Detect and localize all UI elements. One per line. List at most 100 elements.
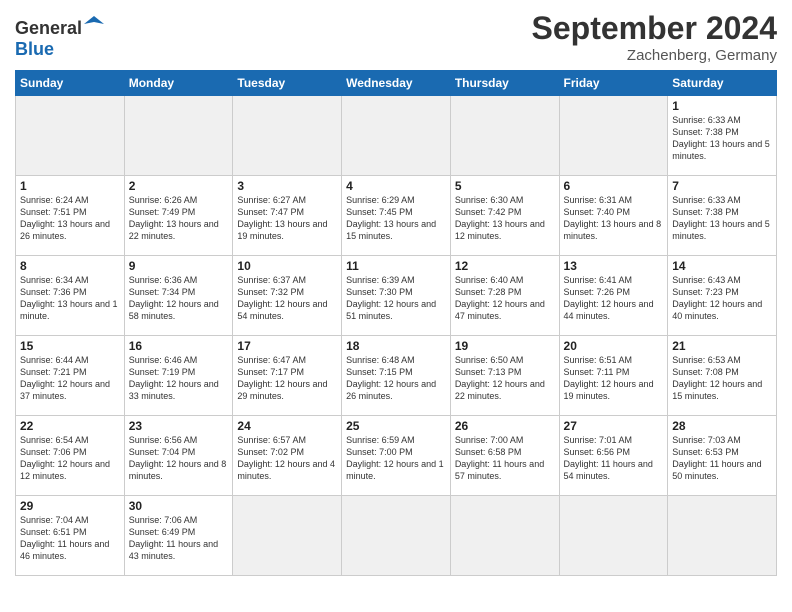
- logo: General Blue: [15, 14, 104, 60]
- calendar-cell: [559, 96, 668, 176]
- cell-info: Sunrise: 6:33 AM Sunset: 7:38 PM Dayligh…: [672, 194, 772, 243]
- calendar-cell: 4Sunrise: 6:29 AM Sunset: 7:45 PM Daylig…: [342, 176, 451, 256]
- calendar-cell: 7Sunrise: 6:33 AM Sunset: 7:38 PM Daylig…: [668, 176, 777, 256]
- col-saturday: Saturday: [668, 71, 777, 96]
- day-number: 17: [237, 339, 337, 353]
- cell-info: Sunrise: 7:04 AM Sunset: 6:51 PM Dayligh…: [20, 514, 120, 563]
- calendar-cell: 28Sunrise: 7:03 AM Sunset: 6:53 PM Dayli…: [668, 416, 777, 496]
- day-number: 19: [455, 339, 555, 353]
- cell-info: Sunrise: 6:36 AM Sunset: 7:34 PM Dayligh…: [129, 274, 229, 323]
- day-number: 8: [20, 259, 120, 273]
- header: General Blue September 2024 Zachenberg, …: [15, 10, 777, 64]
- cell-info: Sunrise: 6:44 AM Sunset: 7:21 PM Dayligh…: [20, 354, 120, 403]
- calendar-cell: [233, 96, 342, 176]
- col-sunday: Sunday: [16, 71, 125, 96]
- logo-blue-text: Blue: [15, 39, 104, 60]
- calendar-cell: 10Sunrise: 6:37 AM Sunset: 7:32 PM Dayli…: [233, 256, 342, 336]
- day-number: 13: [564, 259, 664, 273]
- day-number: 5: [455, 179, 555, 193]
- cell-info: Sunrise: 6:34 AM Sunset: 7:36 PM Dayligh…: [20, 274, 120, 323]
- calendar-table: Sunday Monday Tuesday Wednesday Thursday…: [15, 70, 777, 576]
- day-number: 26: [455, 419, 555, 433]
- calendar-cell: [124, 96, 233, 176]
- calendar-cell: 19Sunrise: 6:50 AM Sunset: 7:13 PM Dayli…: [450, 336, 559, 416]
- calendar-cell: 16Sunrise: 6:46 AM Sunset: 7:19 PM Dayli…: [124, 336, 233, 416]
- cell-info: Sunrise: 6:41 AM Sunset: 7:26 PM Dayligh…: [564, 274, 664, 323]
- cell-info: Sunrise: 6:39 AM Sunset: 7:30 PM Dayligh…: [346, 274, 446, 323]
- page-container: General Blue September 2024 Zachenberg, …: [0, 0, 792, 586]
- calendar-cell: [233, 496, 342, 576]
- cell-info: Sunrise: 6:24 AM Sunset: 7:51 PM Dayligh…: [20, 194, 120, 243]
- cell-info: Sunrise: 6:30 AM Sunset: 7:42 PM Dayligh…: [455, 194, 555, 243]
- calendar-cell: 22Sunrise: 6:54 AM Sunset: 7:06 PM Dayli…: [16, 416, 125, 496]
- cell-info: Sunrise: 6:31 AM Sunset: 7:40 PM Dayligh…: [564, 194, 664, 243]
- calendar-cell: 8Sunrise: 6:34 AM Sunset: 7:36 PM Daylig…: [16, 256, 125, 336]
- location: Zachenberg, Germany: [532, 47, 777, 64]
- col-tuesday: Tuesday: [233, 71, 342, 96]
- logo-bird-icon: [84, 14, 104, 34]
- col-wednesday: Wednesday: [342, 71, 451, 96]
- cell-info: Sunrise: 6:59 AM Sunset: 7:00 PM Dayligh…: [346, 434, 446, 483]
- calendar-cell: 26Sunrise: 7:00 AM Sunset: 6:58 PM Dayli…: [450, 416, 559, 496]
- logo-text: General: [15, 14, 104, 39]
- day-number: 16: [129, 339, 229, 353]
- calendar-cell: 27Sunrise: 7:01 AM Sunset: 6:56 PM Dayli…: [559, 416, 668, 496]
- cell-info: Sunrise: 6:26 AM Sunset: 7:49 PM Dayligh…: [129, 194, 229, 243]
- day-number: 2: [129, 179, 229, 193]
- cell-info: Sunrise: 7:00 AM Sunset: 6:58 PM Dayligh…: [455, 434, 555, 483]
- cell-info: Sunrise: 6:29 AM Sunset: 7:45 PM Dayligh…: [346, 194, 446, 243]
- calendar-cell: [450, 496, 559, 576]
- cell-info: Sunrise: 6:33 AM Sunset: 7:38 PM Dayligh…: [672, 114, 772, 163]
- day-number: 4: [346, 179, 446, 193]
- day-number: 1: [672, 99, 772, 113]
- day-number: 14: [672, 259, 772, 273]
- calendar-cell: 17Sunrise: 6:47 AM Sunset: 7:17 PM Dayli…: [233, 336, 342, 416]
- cell-info: Sunrise: 6:56 AM Sunset: 7:04 PM Dayligh…: [129, 434, 229, 483]
- day-number: 27: [564, 419, 664, 433]
- cell-info: Sunrise: 6:46 AM Sunset: 7:19 PM Dayligh…: [129, 354, 229, 403]
- calendar-cell: 9Sunrise: 6:36 AM Sunset: 7:34 PM Daylig…: [124, 256, 233, 336]
- calendar-cell: 20Sunrise: 6:51 AM Sunset: 7:11 PM Dayli…: [559, 336, 668, 416]
- calendar-cell: 25Sunrise: 6:59 AM Sunset: 7:00 PM Dayli…: [342, 416, 451, 496]
- calendar-cell: [342, 96, 451, 176]
- day-number: 10: [237, 259, 337, 273]
- calendar-cell: 13Sunrise: 6:41 AM Sunset: 7:26 PM Dayli…: [559, 256, 668, 336]
- calendar-cell: 1Sunrise: 6:24 AM Sunset: 7:51 PM Daylig…: [16, 176, 125, 256]
- title-section: September 2024 Zachenberg, Germany: [532, 10, 777, 64]
- calendar-cell: 12Sunrise: 6:40 AM Sunset: 7:28 PM Dayli…: [450, 256, 559, 336]
- calendar-week-1: 1Sunrise: 6:24 AM Sunset: 7:51 PM Daylig…: [16, 176, 777, 256]
- col-monday: Monday: [124, 71, 233, 96]
- day-number: 22: [20, 419, 120, 433]
- day-number: 20: [564, 339, 664, 353]
- calendar-cell: [450, 96, 559, 176]
- calendar-cell: 30Sunrise: 7:06 AM Sunset: 6:49 PM Dayli…: [124, 496, 233, 576]
- day-number: 11: [346, 259, 446, 273]
- calendar-cell: 11Sunrise: 6:39 AM Sunset: 7:30 PM Dayli…: [342, 256, 451, 336]
- calendar-cell: [668, 496, 777, 576]
- cell-info: Sunrise: 7:01 AM Sunset: 6:56 PM Dayligh…: [564, 434, 664, 483]
- cell-info: Sunrise: 6:40 AM Sunset: 7:28 PM Dayligh…: [455, 274, 555, 323]
- day-number: 7: [672, 179, 772, 193]
- day-number: 21: [672, 339, 772, 353]
- calendar-week-3: 15Sunrise: 6:44 AM Sunset: 7:21 PM Dayli…: [16, 336, 777, 416]
- cell-info: Sunrise: 6:43 AM Sunset: 7:23 PM Dayligh…: [672, 274, 772, 323]
- calendar-cell: [559, 496, 668, 576]
- day-number: 15: [20, 339, 120, 353]
- calendar-week-5: 29Sunrise: 7:04 AM Sunset: 6:51 PM Dayli…: [16, 496, 777, 576]
- cell-info: Sunrise: 6:48 AM Sunset: 7:15 PM Dayligh…: [346, 354, 446, 403]
- day-number: 9: [129, 259, 229, 273]
- day-number: 30: [129, 499, 229, 513]
- calendar-cell: 18Sunrise: 6:48 AM Sunset: 7:15 PM Dayli…: [342, 336, 451, 416]
- cell-info: Sunrise: 6:50 AM Sunset: 7:13 PM Dayligh…: [455, 354, 555, 403]
- calendar-week-4: 22Sunrise: 6:54 AM Sunset: 7:06 PM Dayli…: [16, 416, 777, 496]
- day-number: 12: [455, 259, 555, 273]
- cell-info: Sunrise: 6:27 AM Sunset: 7:47 PM Dayligh…: [237, 194, 337, 243]
- calendar-cell: 14Sunrise: 6:43 AM Sunset: 7:23 PM Dayli…: [668, 256, 777, 336]
- cell-info: Sunrise: 6:54 AM Sunset: 7:06 PM Dayligh…: [20, 434, 120, 483]
- calendar-week-2: 8Sunrise: 6:34 AM Sunset: 7:36 PM Daylig…: [16, 256, 777, 336]
- day-number: 18: [346, 339, 446, 353]
- calendar-cell: 2Sunrise: 6:26 AM Sunset: 7:49 PM Daylig…: [124, 176, 233, 256]
- day-number: 29: [20, 499, 120, 513]
- cell-info: Sunrise: 6:37 AM Sunset: 7:32 PM Dayligh…: [237, 274, 337, 323]
- cell-info: Sunrise: 7:03 AM Sunset: 6:53 PM Dayligh…: [672, 434, 772, 483]
